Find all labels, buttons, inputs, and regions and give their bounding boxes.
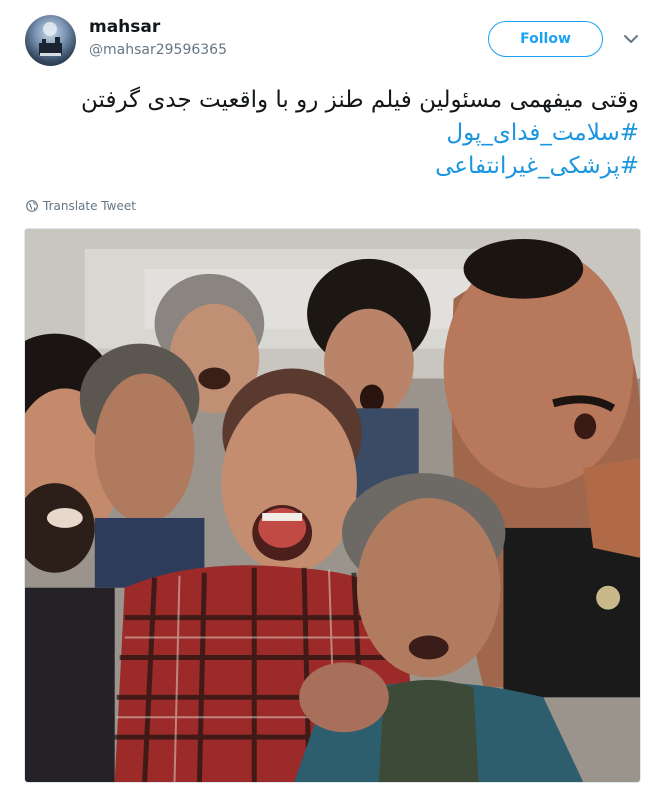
avatar[interactable] [25, 15, 76, 66]
follow-button[interactable]: Follow [488, 21, 603, 57]
translate-label: Translate Tweet [43, 199, 136, 213]
display-name[interactable]: mahsar [89, 17, 160, 37]
tweet-text-line: وقتی میفهمی مسئولین فیلم طنز رو با واقعی… [81, 87, 639, 113]
translate-tweet-link[interactable]: Translate Tweet [26, 199, 136, 213]
hashtag-link[interactable]: #سلامت_فدای_پول [29, 117, 639, 150]
hashtag-link[interactable]: #پزشکی_غیرانتفاعی [29, 150, 639, 183]
tweet-card: mahsar @mahsar29596365 Follow وقتی میفهم… [0, 0, 669, 787]
avatar-image [39, 22, 62, 56]
tweet-photo[interactable] [24, 228, 641, 783]
photo-image [25, 229, 640, 782]
tweet-text: وقتی میفهمی مسئولین فیلم طنز رو با واقعی… [29, 84, 639, 183]
chevron-down-icon[interactable] [622, 32, 640, 46]
screen-name[interactable]: @mahsar29596365 [89, 42, 227, 58]
globe-icon [26, 200, 38, 212]
